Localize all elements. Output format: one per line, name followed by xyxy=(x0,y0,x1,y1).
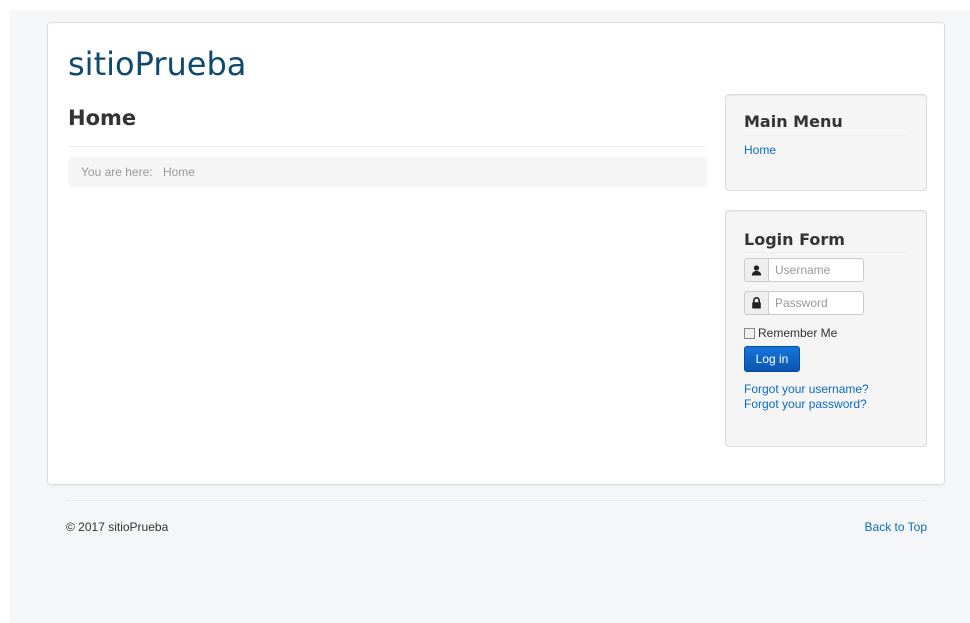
password-group xyxy=(744,291,864,315)
login-form-title: Login Form xyxy=(744,230,845,249)
breadcrumb: You are here: Home xyxy=(68,157,707,187)
menu-item-home[interactable]: Home xyxy=(744,143,776,157)
password-input[interactable] xyxy=(768,291,864,315)
main-menu-module: Main Menu Home xyxy=(725,94,927,191)
breadcrumb-current: Home xyxy=(162,165,195,179)
footer-divider xyxy=(66,500,926,501)
forgot-password-link[interactable]: Forgot your password? xyxy=(744,397,867,411)
login-button[interactable]: Log in xyxy=(744,346,800,372)
username-group xyxy=(744,258,864,282)
copyright-text: © 2017 sitioPrueba xyxy=(66,520,169,534)
user-icon xyxy=(744,258,768,282)
site-title[interactable]: sitioPrueba xyxy=(68,45,246,83)
remember-me-checkbox[interactable] xyxy=(744,327,755,339)
login-form-module: Login Form Remember Me xyxy=(725,210,927,447)
remember-me[interactable]: Remember Me xyxy=(744,326,837,340)
heading-divider xyxy=(68,146,707,147)
username-input[interactable] xyxy=(768,258,864,282)
remember-me-label: Remember Me xyxy=(758,326,838,340)
back-to-top-link[interactable]: Back to Top xyxy=(865,520,927,534)
lock-icon xyxy=(744,291,768,315)
breadcrumb-prefix: You are here: xyxy=(81,165,153,179)
main-menu-title: Main Menu xyxy=(744,112,843,131)
main-menu-divider xyxy=(744,135,906,136)
main-container: sitioPrueba Home You are here: Home Main… xyxy=(47,22,945,485)
page-heading: Home xyxy=(68,106,137,130)
login-form-divider xyxy=(744,252,906,253)
forgot-username-link[interactable]: Forgot your username? xyxy=(744,382,869,396)
